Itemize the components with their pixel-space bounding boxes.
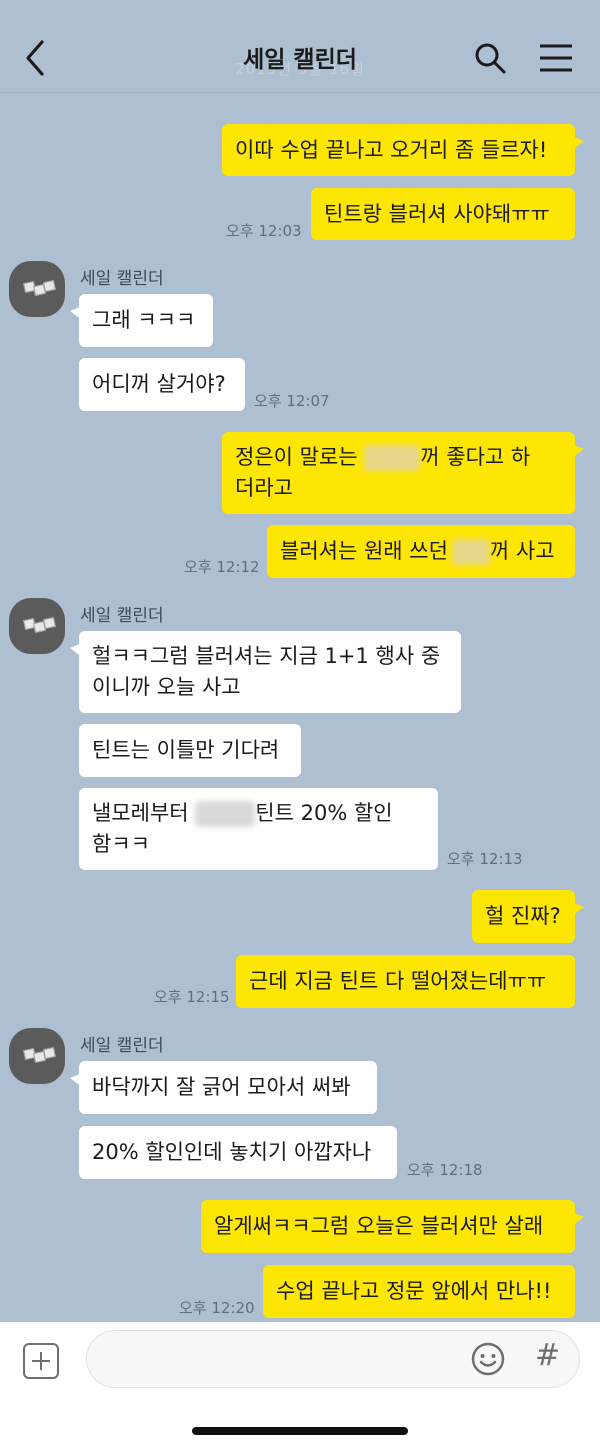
message-text: 더라고 bbox=[235, 476, 293, 500]
chat-title: 세일 캘린더 bbox=[243, 47, 357, 73]
message-timestamp: 오후 12:18 bbox=[407, 1161, 483, 1179]
chat-header: 2019년 5월 16일 세일 캘린더 bbox=[0, 0, 600, 93]
message-text: 꺼 좋다고 하 bbox=[420, 445, 531, 469]
their-message-bubble[interactable]: 20% 할인인데 놓치기 아깝자나 bbox=[79, 1126, 397, 1179]
message-text: 알게써ㅋㅋ그럼 오늘은 블러셔만 살래 bbox=[214, 1214, 544, 1238]
message-text: 헐ㅋㅋ그럼 블러셔는 지금 1+1 행사 중 bbox=[92, 644, 441, 668]
avatar[interactable] bbox=[9, 261, 65, 317]
sender-name: 세일 캘린더 bbox=[80, 606, 164, 626]
message-text: 이따 수업 끝나고 오거리 좀 들르자! bbox=[235, 137, 548, 162]
message-text: 틴트 20% 할인 bbox=[255, 801, 393, 825]
home-indicator bbox=[192, 1427, 408, 1435]
my-message-bubble[interactable]: 이따 수업 끝나고 오거리 좀 들르자! bbox=[222, 124, 584, 176]
plus-icon[interactable] bbox=[23, 1343, 59, 1379]
my-message-bubble[interactable]: 틴트랑 블러셔 사야돼ㅠㅠ bbox=[311, 188, 575, 240]
their-message-bubble[interactable]: 그래 ㅋㅋㅋ bbox=[70, 294, 213, 347]
my-message-bubble[interactable]: 근데 지금 틴트 다 떨어졌는데ㅠㅠ bbox=[236, 955, 575, 1008]
message-text: 수업 끝나고 정문 앞에서 만나!! bbox=[276, 1279, 552, 1303]
their-message-bubble[interactable]: 낼모레부터 틴트 20% 할인 함ㅋㅋ bbox=[79, 788, 438, 870]
my-message-bubble[interactable]: 알게써ㅋㅋ그럼 오늘은 블러셔만 살래 bbox=[201, 1200, 584, 1253]
my-message-bubble[interactable]: 수업 끝나고 정문 앞에서 만나!! bbox=[263, 1265, 575, 1318]
my-message-bubble[interactable]: 정은이 말로는 꺼 좋다고 하 더라고 bbox=[222, 432, 584, 514]
message-text: 헐 진짜? bbox=[485, 904, 561, 928]
censored-brand-blur bbox=[364, 445, 421, 471]
their-message-bubble[interactable]: 틴트는 이틀만 기다려 bbox=[79, 724, 301, 777]
censored-brand-blur bbox=[451, 538, 490, 565]
message-timestamp: 오후 12:03 bbox=[226, 222, 302, 240]
message-text: 틴트랑 블러셔 사야돼ㅠㅠ bbox=[324, 201, 550, 226]
censored-brand-blur bbox=[195, 801, 256, 827]
back-icon[interactable] bbox=[20, 38, 52, 78]
their-message-bubble[interactable]: 헐ㅋㅋ그럼 블러셔는 지금 1+1 행사 중 이니까 오늘 사고 bbox=[70, 631, 461, 713]
sender-name: 세일 캘린더 bbox=[80, 1036, 164, 1056]
message-text: 낼모레부터 bbox=[92, 801, 189, 825]
message-text: 블러셔는 원래 쓰던 bbox=[280, 539, 448, 563]
message-text: 틴트는 이틀만 기다려 bbox=[92, 738, 280, 762]
my-message-bubble[interactable]: 헐 진짜? bbox=[472, 890, 584, 943]
sender-name: 세일 캘린더 bbox=[80, 269, 164, 289]
message-timestamp: 오후 12:12 bbox=[184, 558, 260, 576]
message-timestamp: 오후 12:15 bbox=[154, 988, 230, 1006]
search-icon[interactable] bbox=[472, 40, 508, 76]
message-text: 어디꺼 살거야? bbox=[92, 372, 226, 396]
avatar[interactable] bbox=[9, 1028, 65, 1084]
message-timestamp: 오후 12:20 bbox=[179, 1299, 255, 1317]
message-text: 20% 할인인데 놓치기 아깝자나 bbox=[92, 1140, 372, 1164]
emoji-icon[interactable] bbox=[470, 1341, 506, 1377]
message-timestamp: 오후 12:13 bbox=[447, 850, 523, 868]
message-text: 이니까 오늘 사고 bbox=[92, 675, 241, 699]
hash-icon[interactable]: # bbox=[535, 1338, 560, 1373]
composer-bar: # bbox=[0, 1322, 600, 1440]
message-text: 근데 지금 틴트 다 떨어졌는데ㅠㅠ bbox=[249, 969, 547, 993]
message-timestamp: 오후 12:07 bbox=[254, 392, 330, 410]
message-text: 그래 ㅋㅋㅋ bbox=[92, 308, 196, 332]
menu-icon[interactable] bbox=[536, 42, 576, 74]
their-message-bubble[interactable]: 바닥까지 잘 긁어 모아서 써봐 bbox=[70, 1061, 377, 1114]
message-text: 함ㅋㅋ bbox=[92, 832, 150, 856]
their-message-bubble[interactable]: 어디꺼 살거야? bbox=[79, 358, 245, 411]
message-text: 꺼 사고 bbox=[489, 539, 555, 563]
message-text: 바닥까지 잘 긁어 모아서 써봐 bbox=[92, 1075, 351, 1099]
avatar[interactable] bbox=[9, 598, 65, 654]
message-text: 정은이 말로는 bbox=[235, 445, 358, 469]
my-message-bubble[interactable]: 블러셔는 원래 쓰던 꺼 사고 bbox=[267, 525, 575, 578]
